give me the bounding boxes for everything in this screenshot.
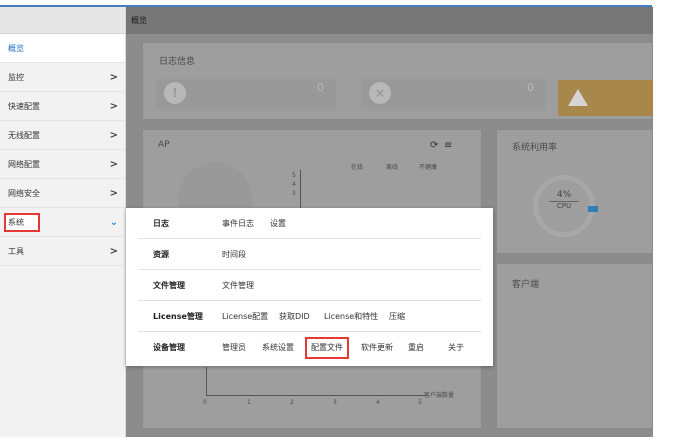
warning-triangle-icon — [568, 89, 588, 106]
menu-link-reboot[interactable]: 重启 — [408, 332, 424, 363]
exclamation-icon: ! — [164, 82, 186, 104]
client-x-axis — [206, 395, 426, 396]
menu-head-license: License管理 — [153, 312, 203, 321]
x-axis-label: 客户端数量 — [424, 392, 455, 399]
stat-box-warning[interactable]: ! 0 — [156, 79, 336, 109]
sidebar-header — [0, 7, 125, 34]
cpu-gauge: 4% CPU — [533, 175, 598, 237]
chevron-right-icon: > — [109, 72, 118, 83]
legend-unhealthy: 不健康 — [419, 164, 438, 171]
menu-link-time-range[interactable]: 时间段 — [222, 239, 246, 270]
menu-head-device: 设备管理 — [153, 343, 185, 352]
stat-box-error[interactable]: × 0 — [361, 79, 546, 109]
x-tick: 2 — [290, 399, 294, 406]
chevron-right-icon: > — [109, 246, 118, 257]
y-tick: 3 — [292, 190, 296, 197]
sidebar-item-system[interactable]: 系统 ⌄ — [0, 208, 125, 237]
client-title: 客户端 — [512, 280, 540, 290]
chevron-right-icon: > — [109, 188, 118, 199]
system-menu-panel: 日志 事件日志 设置 资源 时间段 文件管理 文件管理 License管理 Li… — [126, 208, 493, 366]
log-info-title: 日志信息 — [159, 57, 196, 67]
menu-link-event-log[interactable]: 事件日志 — [222, 208, 254, 239]
breadcrumb: 概览 — [126, 7, 653, 34]
menu-link-compress[interactable]: 压缩 — [389, 301, 405, 332]
menu-head-log: 日志 — [153, 219, 169, 228]
menu-link-file-manage[interactable]: 文件管理 — [222, 270, 254, 301]
menu-link-config-file[interactable]: 配置文件 — [305, 337, 349, 359]
list-icon[interactable]: ≡ — [444, 140, 452, 151]
alert-box[interactable] — [558, 80, 653, 116]
legend-offline: 离线 — [386, 164, 399, 171]
y-axis-line — [300, 170, 301, 208]
y-tick: 5 — [292, 172, 296, 179]
sidebar-item-wireless-config[interactable]: 无线配置 > — [0, 121, 125, 150]
menu-link-get-did[interactable]: 获取DID — [279, 301, 310, 332]
close-circle-icon: × — [369, 82, 391, 104]
system-usage-title: 系统利用率 — [512, 143, 558, 153]
client-y-axis — [206, 367, 207, 395]
x-tick: 3 — [333, 399, 337, 406]
chevron-right-icon: > — [109, 130, 118, 141]
chevron-right-icon: > — [109, 159, 118, 170]
x-tick: 5 — [418, 399, 422, 406]
top-border — [0, 0, 652, 7]
y-tick: 4 — [292, 181, 296, 188]
menu-row-file: 文件管理 文件管理 — [138, 270, 481, 301]
sidebar-item-tools[interactable]: 工具 > — [0, 237, 125, 266]
chevron-right-icon: > — [109, 101, 118, 112]
stat-value: 0 — [317, 81, 324, 94]
menu-row-license: License管理 License配置 获取DID License和特性 压缩 — [138, 301, 481, 332]
cpu-label: CPU — [549, 201, 579, 210]
menu-link-admin[interactable]: 管理员 — [222, 332, 246, 363]
sidebar-item-network-security[interactable]: 网络安全 > — [0, 179, 125, 208]
menu-head-resource: 资源 — [153, 250, 169, 259]
cpu-percent: 4% — [556, 190, 572, 200]
menu-row-log: 日志 事件日志 设置 — [138, 208, 481, 239]
menu-row-device: 设备管理 管理员 系统设置 配置文件 软件更新 重启 关于 — [138, 332, 481, 363]
x-tick: 0 — [203, 399, 207, 406]
legend-online: 在线 — [351, 164, 364, 171]
menu-link-log-settings[interactable]: 设置 — [270, 208, 286, 239]
sidebar-item-monitor[interactable]: 监控 > — [0, 63, 125, 92]
cpu-indicator — [588, 206, 598, 212]
sidebar-item-network-config[interactable]: 网络配置 > — [0, 150, 125, 179]
x-tick: 1 — [247, 399, 251, 406]
menu-head-file: 文件管理 — [153, 281, 185, 290]
menu-link-system-settings[interactable]: 系统设置 — [262, 332, 294, 363]
sidebar-item-quick-config[interactable]: 快速配置 > — [0, 92, 125, 121]
chevron-down-icon: ⌄ — [109, 217, 118, 228]
sidebar: 概览 监控 > 快速配置 > 无线配置 > 网络配置 > 网络安全 > 系统 ⌄… — [0, 7, 126, 437]
menu-link-software-update[interactable]: 软件更新 — [361, 332, 393, 363]
menu-link-about[interactable]: 关于 — [448, 332, 464, 363]
menu-link-license-features[interactable]: License和特性 — [324, 301, 378, 332]
menu-link-license-config[interactable]: License配置 — [222, 301, 268, 332]
refresh-icon[interactable]: ⟳ — [430, 140, 438, 151]
ap-title: AP — [158, 140, 170, 150]
sidebar-item-overview[interactable]: 概览 — [0, 34, 125, 63]
menu-row-resource: 资源 时间段 — [138, 239, 481, 270]
stat-value: 0 — [527, 81, 534, 94]
x-tick: 4 — [376, 399, 380, 406]
